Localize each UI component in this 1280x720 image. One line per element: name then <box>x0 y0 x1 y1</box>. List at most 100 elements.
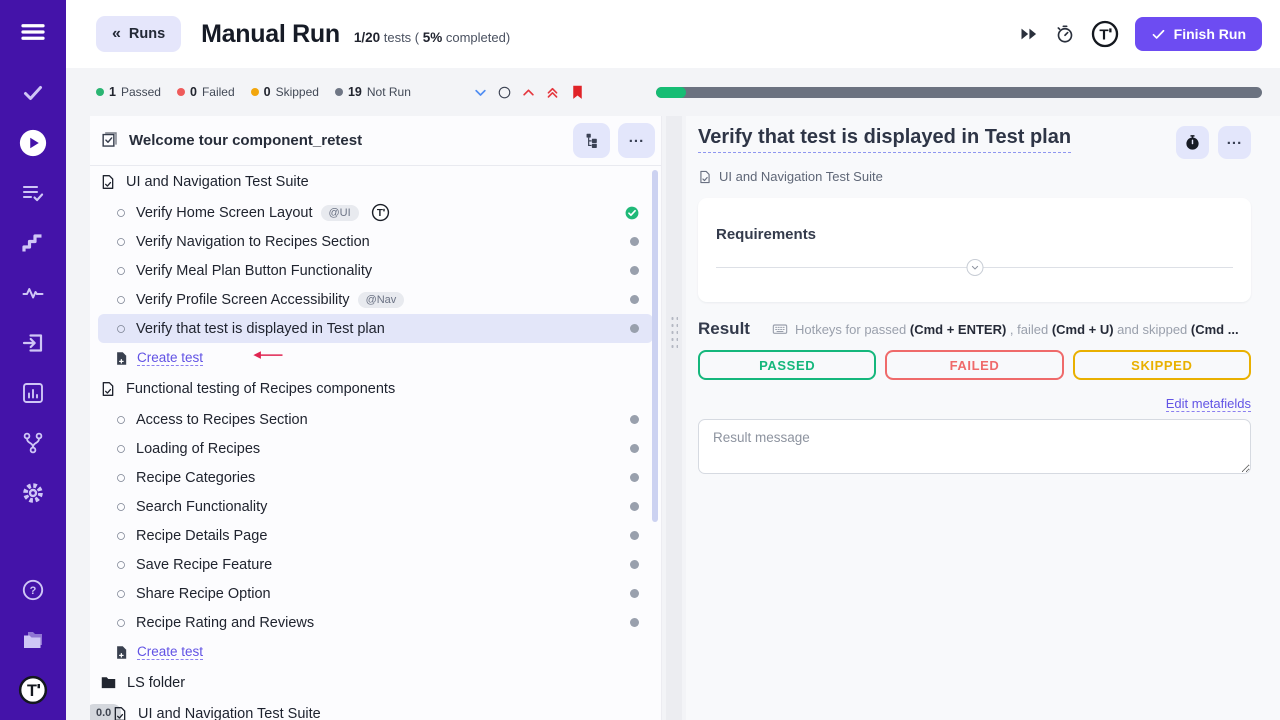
drag-dots-icon <box>670 315 678 351</box>
create-test-link[interactable]: Create test <box>137 644 203 660</box>
chevrons-up-icon[interactable] <box>545 85 560 100</box>
test-bullet-icon <box>116 295 126 305</box>
panel-divider <box>662 116 686 720</box>
menu-icon[interactable] <box>11 10 55 54</box>
requirements-divider <box>716 267 1233 268</box>
tree-view-button[interactable] <box>573 123 610 158</box>
back-to-runs-button[interactable]: « Runs <box>96 16 181 52</box>
tree-scrollbar-thumb[interactable] <box>652 170 658 522</box>
tree-test-row[interactable]: Verify Navigation to Recipes Section <box>90 227 661 256</box>
chevron-down-icon <box>970 263 979 272</box>
test-label: Search Functionality <box>136 499 267 515</box>
check-icon[interactable] <box>11 71 55 115</box>
steps-icon[interactable] <box>11 221 55 265</box>
hotkey-segment: (Cmd + U) <box>1052 322 1114 337</box>
folders-icon[interactable] <box>11 618 55 662</box>
create-test-row: Create test <box>90 637 661 667</box>
suite-label: Functional testing of Recipes components <box>126 381 395 397</box>
status-dot-icon <box>251 88 259 96</box>
create-test-row: Create test <box>90 343 661 373</box>
test-bullet-icon <box>116 531 126 541</box>
main-area: « Runs Manual Run 1/20 tests ( 5% comple… <box>66 0 1280 720</box>
hotkey-segment: Hotkeys for passed <box>795 322 910 337</box>
test-title[interactable]: Verify that test is displayed in Test pl… <box>698 126 1071 153</box>
tree-test-row[interactable]: Share Recipe Option <box>90 579 661 608</box>
sign-in-icon[interactable] <box>11 321 55 365</box>
list-check-icon[interactable] <box>11 171 55 215</box>
test-label: Verify Navigation to Recipes Section <box>136 234 370 250</box>
test-label: Verify Profile Screen Accessibility <box>136 292 350 308</box>
tree-folder-row[interactable]: LS folder <box>90 667 661 698</box>
tree-test-row[interactable]: Verify Profile Screen Accessibility@Nav <box>90 285 661 314</box>
bookmark-icon[interactable] <box>569 84 586 101</box>
folder-icon <box>100 674 117 691</box>
run-title: Manual Run <box>201 20 340 49</box>
tree-test-row[interactable]: Recipe Rating and Reviews <box>90 608 661 637</box>
status-passed-icon <box>625 206 639 220</box>
status-notrun-icon <box>630 560 639 569</box>
test-bullet-icon <box>116 237 126 247</box>
chevron-up-icon[interactable] <box>521 85 536 100</box>
testomat-logo-icon[interactable] <box>1091 20 1119 48</box>
result-message-input[interactable] <box>698 419 1251 474</box>
result-skipped-button[interactable]: SKIPPED <box>1073 350 1251 380</box>
create-test-link[interactable]: Create test <box>137 350 203 366</box>
test-bullet-icon <box>116 473 126 483</box>
tree-test-row[interactable]: Loading of Recipes <box>90 434 661 463</box>
requirements-expand-toggle[interactable] <box>966 259 983 276</box>
tree-suite-row[interactable]: Functional testing of Recipes components <box>90 373 661 405</box>
edit-metafields-link[interactable]: Edit metafields <box>1166 396 1251 412</box>
tree-test-row[interactable]: Search Functionality <box>90 492 661 521</box>
timer-button[interactable] <box>1176 126 1209 159</box>
result-passed-button[interactable]: PASSED <box>698 350 876 380</box>
panel-resize-handle[interactable] <box>666 116 682 720</box>
gear-icon[interactable] <box>11 471 55 515</box>
retry-timer-icon[interactable] <box>1055 24 1075 44</box>
tree-test-row[interactable]: Verify Home Screen Layout@UI <box>90 198 661 227</box>
run-progress-bar[interactable] <box>656 87 1262 98</box>
test-label: Save Recipe Feature <box>136 557 272 573</box>
stopwatch-icon <box>1184 134 1201 151</box>
test-label: Recipe Categories <box>136 470 255 486</box>
git-branch-icon[interactable] <box>11 421 55 465</box>
test-label: Loading of Recipes <box>136 441 260 457</box>
test-bullet-icon <box>116 502 126 512</box>
run-stat: 1Passed <box>96 85 161 99</box>
activity-icon[interactable] <box>11 271 55 315</box>
tree-test-row[interactable]: Save Recipe Feature <box>90 550 661 579</box>
file-plus-icon <box>114 645 129 660</box>
status-dot-icon <box>335 88 343 96</box>
circle-icon[interactable] <box>497 85 512 100</box>
result-failed-button[interactable]: FAILED <box>885 350 1063 380</box>
hotkey-segment: , failed <box>1006 322 1052 337</box>
tree-test-row[interactable]: Recipe Details Page <box>90 521 661 550</box>
test-label: Access to Recipes Section <box>136 412 308 428</box>
test-tag-badge: @UI <box>321 205 359 221</box>
testomat-logo-icon[interactable] <box>11 668 55 712</box>
test-label: Recipe Details Page <box>136 528 267 544</box>
tree-suite-row[interactable]: 0.0UI and Navigation Test Suite <box>90 698 661 720</box>
bar-chart-icon[interactable] <box>11 371 55 415</box>
tree-suite-row[interactable]: UI and Navigation Test Suite <box>90 166 661 198</box>
play-circle-icon[interactable] <box>11 121 55 165</box>
stat-count: 19 <box>348 85 362 99</box>
stat-count: 0 <box>264 85 271 99</box>
tree-test-row[interactable]: Recipe Categories <box>90 463 661 492</box>
help-icon[interactable] <box>11 568 55 612</box>
suite-breadcrumb[interactable]: UI and Navigation Test Suite <box>698 169 1251 184</box>
tree-more-button[interactable]: ... <box>618 123 655 158</box>
tree-test-row[interactable]: Access to Recipes Section <box>90 405 661 434</box>
detail-more-button[interactable]: ... <box>1218 126 1251 159</box>
fast-forward-icon[interactable] <box>1019 24 1039 44</box>
stat-label: Not Run <box>367 85 411 99</box>
run-progress-fill <box>656 87 686 98</box>
status-notrun-icon <box>630 502 639 511</box>
tree-test-row[interactable]: Verify Meal Plan Button Functionality <box>90 256 661 285</box>
finish-run-button[interactable]: Finish Run <box>1135 17 1262 51</box>
tree-test-row[interactable]: Verify that test is displayed in Test pl… <box>98 314 653 343</box>
test-bullet-icon <box>116 589 126 599</box>
chevron-down-icon[interactable] <box>473 85 488 100</box>
run-checklist-icon <box>100 131 119 150</box>
test-bullet-icon <box>116 618 126 628</box>
test-bullet-icon <box>116 415 126 425</box>
